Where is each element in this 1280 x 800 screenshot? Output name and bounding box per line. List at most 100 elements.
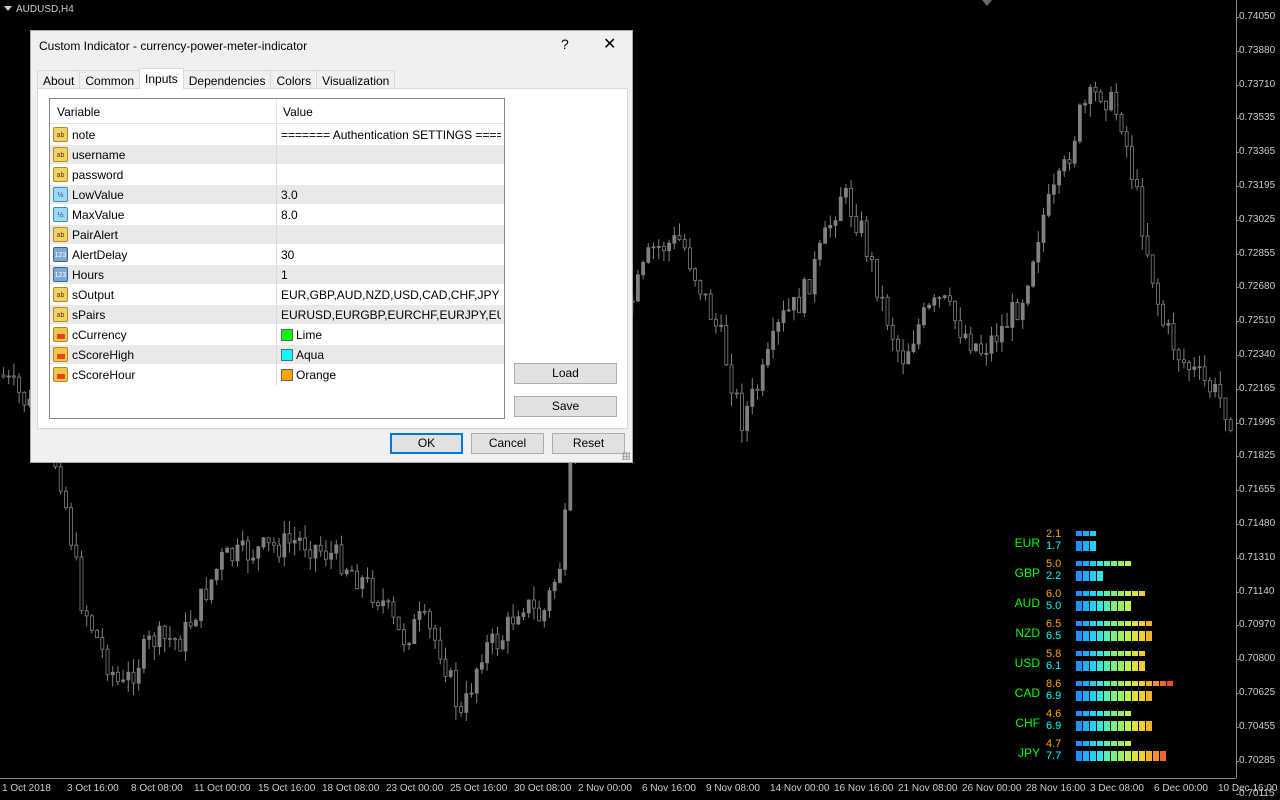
candle-body [396,616,401,631]
param-value[interactable]: Aqua [281,348,501,362]
candle-body [292,540,297,544]
param-value[interactable]: EUR,GBP,AUD,NZD,USD,CAD,CHF,JPY [281,288,501,302]
table-row[interactable]: ab password [50,165,504,185]
table-row[interactable]: ½ MaxValue 8.0 [50,205,504,225]
meter-hour-bar [1076,681,1173,686]
table-row[interactable]: ab sPairs EURUSD,EURGBP,EURCHF,EURJPY,EU..… [50,305,504,325]
candle-body [412,619,417,645]
cancel-button[interactable]: Cancel [471,433,544,454]
candle-body [1026,285,1030,304]
param-value[interactable]: ======= Authentication SETTINGS ====== [281,128,501,142]
param-value[interactable]: Orange [281,368,501,382]
meter-hour-score: 5.8 [1046,648,1062,660]
candle-body [651,246,656,249]
table-row[interactable]: cCurrency Lime [50,325,504,345]
candle-body [141,638,146,669]
candle-body [1109,91,1113,111]
resize-grip-icon[interactable] [622,452,630,460]
param-value[interactable]: 8.0 [281,208,501,222]
column-header-value[interactable]: Value [283,105,313,119]
chart-shift-marker-icon[interactable] [982,0,992,6]
param-name: Hours [72,268,105,282]
candle-body [495,633,500,650]
param-value[interactable]: 30 [281,248,501,262]
meter-hour-bar [1076,531,1096,536]
reset-button[interactable]: Reset [552,433,625,454]
load-button[interactable]: Load [514,363,617,384]
candle-body [126,671,131,681]
cell-divider [276,145,277,165]
candle-body [459,706,464,713]
column-divider[interactable] [276,99,277,124]
tab-dependencies[interactable]: Dependencies [182,70,272,89]
meter-currency: CAD [1014,686,1040,700]
candle-body [849,188,853,217]
cell-divider [276,265,277,285]
table-row[interactable]: 123 Hours 1 [50,265,504,285]
param-name: cCurrency [72,328,127,342]
candle-body [766,348,770,366]
candle-body [1088,86,1093,104]
time-axis[interactable]: 1 Oct 2018 3 Oct 16:00 8 Oct 08:00 11 Oct 0… [0,778,1278,800]
table-row[interactable]: ab username [50,145,504,165]
candle-body [323,550,328,560]
candle-body [859,220,864,234]
candle-body [329,552,334,560]
candle-body [136,667,141,684]
candle-body [245,540,250,561]
meter-high-bar [1076,721,1152,731]
candle-body [178,638,183,652]
candle-body [313,544,318,559]
table-row[interactable]: 123 AlertDelay 30 [50,245,504,265]
param-name: cScoreHigh [72,348,135,362]
table-row[interactable]: ab PairAlert [50,225,504,245]
table-row[interactable]: ½ LowValue 3.0 [50,185,504,205]
candle-body [308,549,313,559]
candle-body [511,616,516,625]
table-row[interactable]: cScoreHour Orange [50,365,504,385]
candle-body [1046,193,1051,216]
param-value[interactable]: Lime [281,328,501,342]
save-button[interactable]: Save [514,396,617,417]
close-icon[interactable]: ✕ [603,34,616,54]
column-header-variable[interactable]: Variable [57,105,100,119]
candle-body [500,640,505,650]
tab-common[interactable]: Common [79,70,141,89]
candle-body [485,642,490,664]
candle-body [11,375,16,378]
tab-inputs[interactable]: Inputs [139,68,184,89]
table-row[interactable]: ab note ======= Authentication SETTINGS ==… [50,125,504,145]
candle-body [1182,359,1186,363]
candle-body [729,364,734,394]
chart-menu-triangle-icon[interactable] [4,6,12,11]
param-value[interactable]: 3.0 [281,188,501,202]
candle-body [131,671,136,684]
candle-body [552,581,557,592]
candle-body [682,239,687,249]
ok-button[interactable]: OK [390,433,463,454]
candle-body [381,600,386,607]
price-label: 0.72340 [1235,349,1276,360]
inputs-table[interactable]: Variable Value ab note ======= Authenticat… [49,98,505,419]
candle-body [1130,145,1134,180]
chart-symbol-title[interactable]: AUDUSD,H4 [4,4,74,15]
param-name: AlertDelay [72,248,128,262]
param-name: note [72,128,96,142]
price-label: 0.72680 [1235,281,1276,293]
param-value[interactable]: 1 [281,268,501,282]
help-button[interactable]: ? [561,36,569,52]
candle-body [667,242,671,252]
meter-high-score: 6.1 [1046,660,1062,672]
price-axis[interactable]: 0.74050 0.73880 0.73710 0.73535 0.73365 0.731… [1235,0,1280,799]
tab-colors[interactable]: Colors [270,70,318,89]
tab-about[interactable]: About [37,70,81,89]
meter-row: AUD 6.0 5.0 [1000,588,1220,621]
string-type-icon: ab [53,147,68,162]
table-row[interactable]: ab sOutput EUR,GBP,AUD,NZD,USD,CAD,CHF,JPY [50,285,504,305]
candle-body [974,343,978,352]
cell-divider [276,225,277,245]
param-value[interactable]: EURUSD,EURGBP,EURCHF,EURJPY,EU... [281,308,501,322]
tab-visualization[interactable]: Visualization [316,70,396,89]
integer-type-icon: 123 [53,267,68,282]
table-row[interactable]: cScoreHigh Aqua [50,345,504,365]
